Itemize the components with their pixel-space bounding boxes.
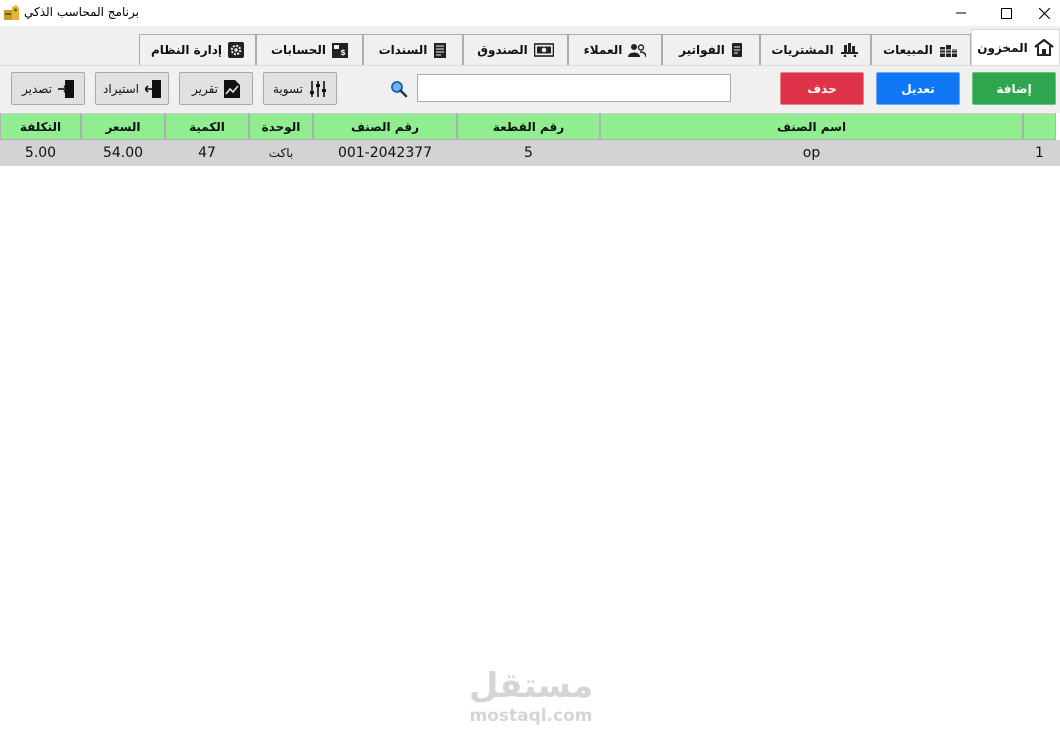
delete-button-label: حذف	[807, 81, 837, 96]
cell-quantity[interactable]: 47	[165, 140, 249, 166]
tab-invoices[interactable]: الفواتير	[662, 34, 760, 65]
delete-button[interactable]: حذف	[780, 72, 864, 105]
watermark-arabic: مستقل	[468, 666, 594, 706]
column-header[interactable]: رقم الصنف	[313, 113, 457, 140]
main-tab-strip: المخزون المبيعات المشتريات الفواتير العم…	[0, 26, 1060, 65]
column-header[interactable]: الوحدة	[249, 113, 313, 140]
cell-item-number[interactable]: 001-2042377	[313, 140, 457, 166]
users-icon	[628, 43, 647, 57]
tab-inventory[interactable]: المخزون	[971, 29, 1060, 65]
tab-label: الصندوق	[477, 43, 528, 57]
tab-vouchers[interactable]: السندات	[363, 34, 463, 65]
close-button[interactable]	[1028, 0, 1060, 26]
row-header-corner[interactable]	[1023, 113, 1056, 140]
column-header[interactable]: الكمية	[165, 113, 249, 140]
row-number: 1	[1035, 145, 1044, 161]
tab-label: الحسابات	[270, 43, 327, 57]
search-input[interactable]	[417, 74, 731, 102]
watermark-latin: mostaql.com	[469, 706, 593, 726]
app-logo-icon	[3, 4, 20, 21]
cell-price[interactable]: 54.00	[81, 140, 165, 166]
cell-cost[interactable]: 5.00	[0, 140, 81, 166]
toolbar: إضافة تعديل حذف تسوية تقرير استيراد تصدي…	[0, 65, 1060, 113]
gear-icon	[228, 42, 245, 58]
maximize-button[interactable]	[983, 0, 1029, 26]
watermark: مستقل mostaql.com	[466, 666, 596, 728]
import-button[interactable]: استيراد	[95, 72, 169, 105]
table-row[interactable]: 1 op 5 001-2042377 باكت 47 54.00 5.00	[0, 140, 1060, 166]
export-icon	[58, 79, 75, 98]
window-title: برنامج المحاسب الذكي	[24, 5, 139, 19]
tab-purchases[interactable]: المشتريات	[760, 34, 871, 65]
cell-item-name[interactable]: op	[600, 140, 1023, 166]
accounts-icon: $	[332, 43, 349, 58]
export-button-label: تصدير	[22, 81, 53, 96]
column-header[interactable]: اسم الصنف	[600, 113, 1023, 140]
add-button-label: إضافة	[996, 81, 1032, 96]
report-button[interactable]: تقرير	[179, 72, 253, 105]
settle-button[interactable]: تسوية	[263, 72, 337, 105]
cell-unit[interactable]: باكت	[249, 140, 313, 166]
report-button-label: تقرير	[192, 81, 218, 96]
column-header[interactable]: السعر	[81, 113, 165, 140]
tab-cashbox[interactable]: الصندوق	[463, 34, 568, 65]
cell-part-number[interactable]: 5	[457, 140, 600, 166]
tab-customers[interactable]: العملاء	[568, 34, 662, 65]
tab-label: إدارة النظام	[150, 43, 223, 57]
add-button[interactable]: إضافة	[972, 72, 1056, 105]
chart-report-icon	[224, 79, 240, 98]
column-header[interactable]: رقم القطعة	[457, 113, 600, 140]
tab-label: المشتريات	[771, 43, 834, 57]
edit-button[interactable]: تعديل	[876, 72, 960, 105]
column-header[interactable]: التكلفة	[0, 113, 81, 140]
import-icon	[143, 79, 161, 98]
tab-label: الفواتير	[679, 43, 725, 57]
inventory-grid: اسم الصنف رقم القطعة رقم الصنف الوحدة ال…	[0, 113, 1060, 743]
edit-button-label: تعديل	[901, 81, 935, 96]
export-button[interactable]: تصدير	[11, 72, 85, 105]
tab-sales[interactable]: المبيعات	[871, 34, 971, 65]
tab-label: المبيعات	[883, 43, 933, 57]
settle-button-label: تسوية	[272, 81, 304, 96]
grid-header: اسم الصنف رقم القطعة رقم الصنف الوحدة ال…	[0, 113, 1060, 140]
sliders-icon	[309, 80, 327, 98]
tab-label: السندات	[378, 43, 428, 57]
title-bar: برنامج المحاسب الذكي	[0, 0, 1060, 26]
search-icon[interactable]	[390, 80, 408, 98]
warehouse-icon	[1034, 39, 1054, 56]
import-button-label: استيراد	[103, 81, 139, 96]
coins-icon	[939, 43, 959, 57]
svg-text:$: $	[340, 48, 346, 57]
tab-accounts[interactable]: $ الحسابات	[256, 34, 363, 65]
document-icon	[433, 43, 447, 58]
tab-label: المخزون	[977, 40, 1028, 55]
minimize-button[interactable]	[938, 0, 984, 26]
invoice-icon	[731, 43, 743, 57]
cash-icon	[533, 43, 554, 57]
cart-icon	[840, 43, 860, 57]
tab-system-admin[interactable]: إدارة النظام	[139, 34, 256, 65]
tab-label: العملاء	[583, 43, 623, 57]
